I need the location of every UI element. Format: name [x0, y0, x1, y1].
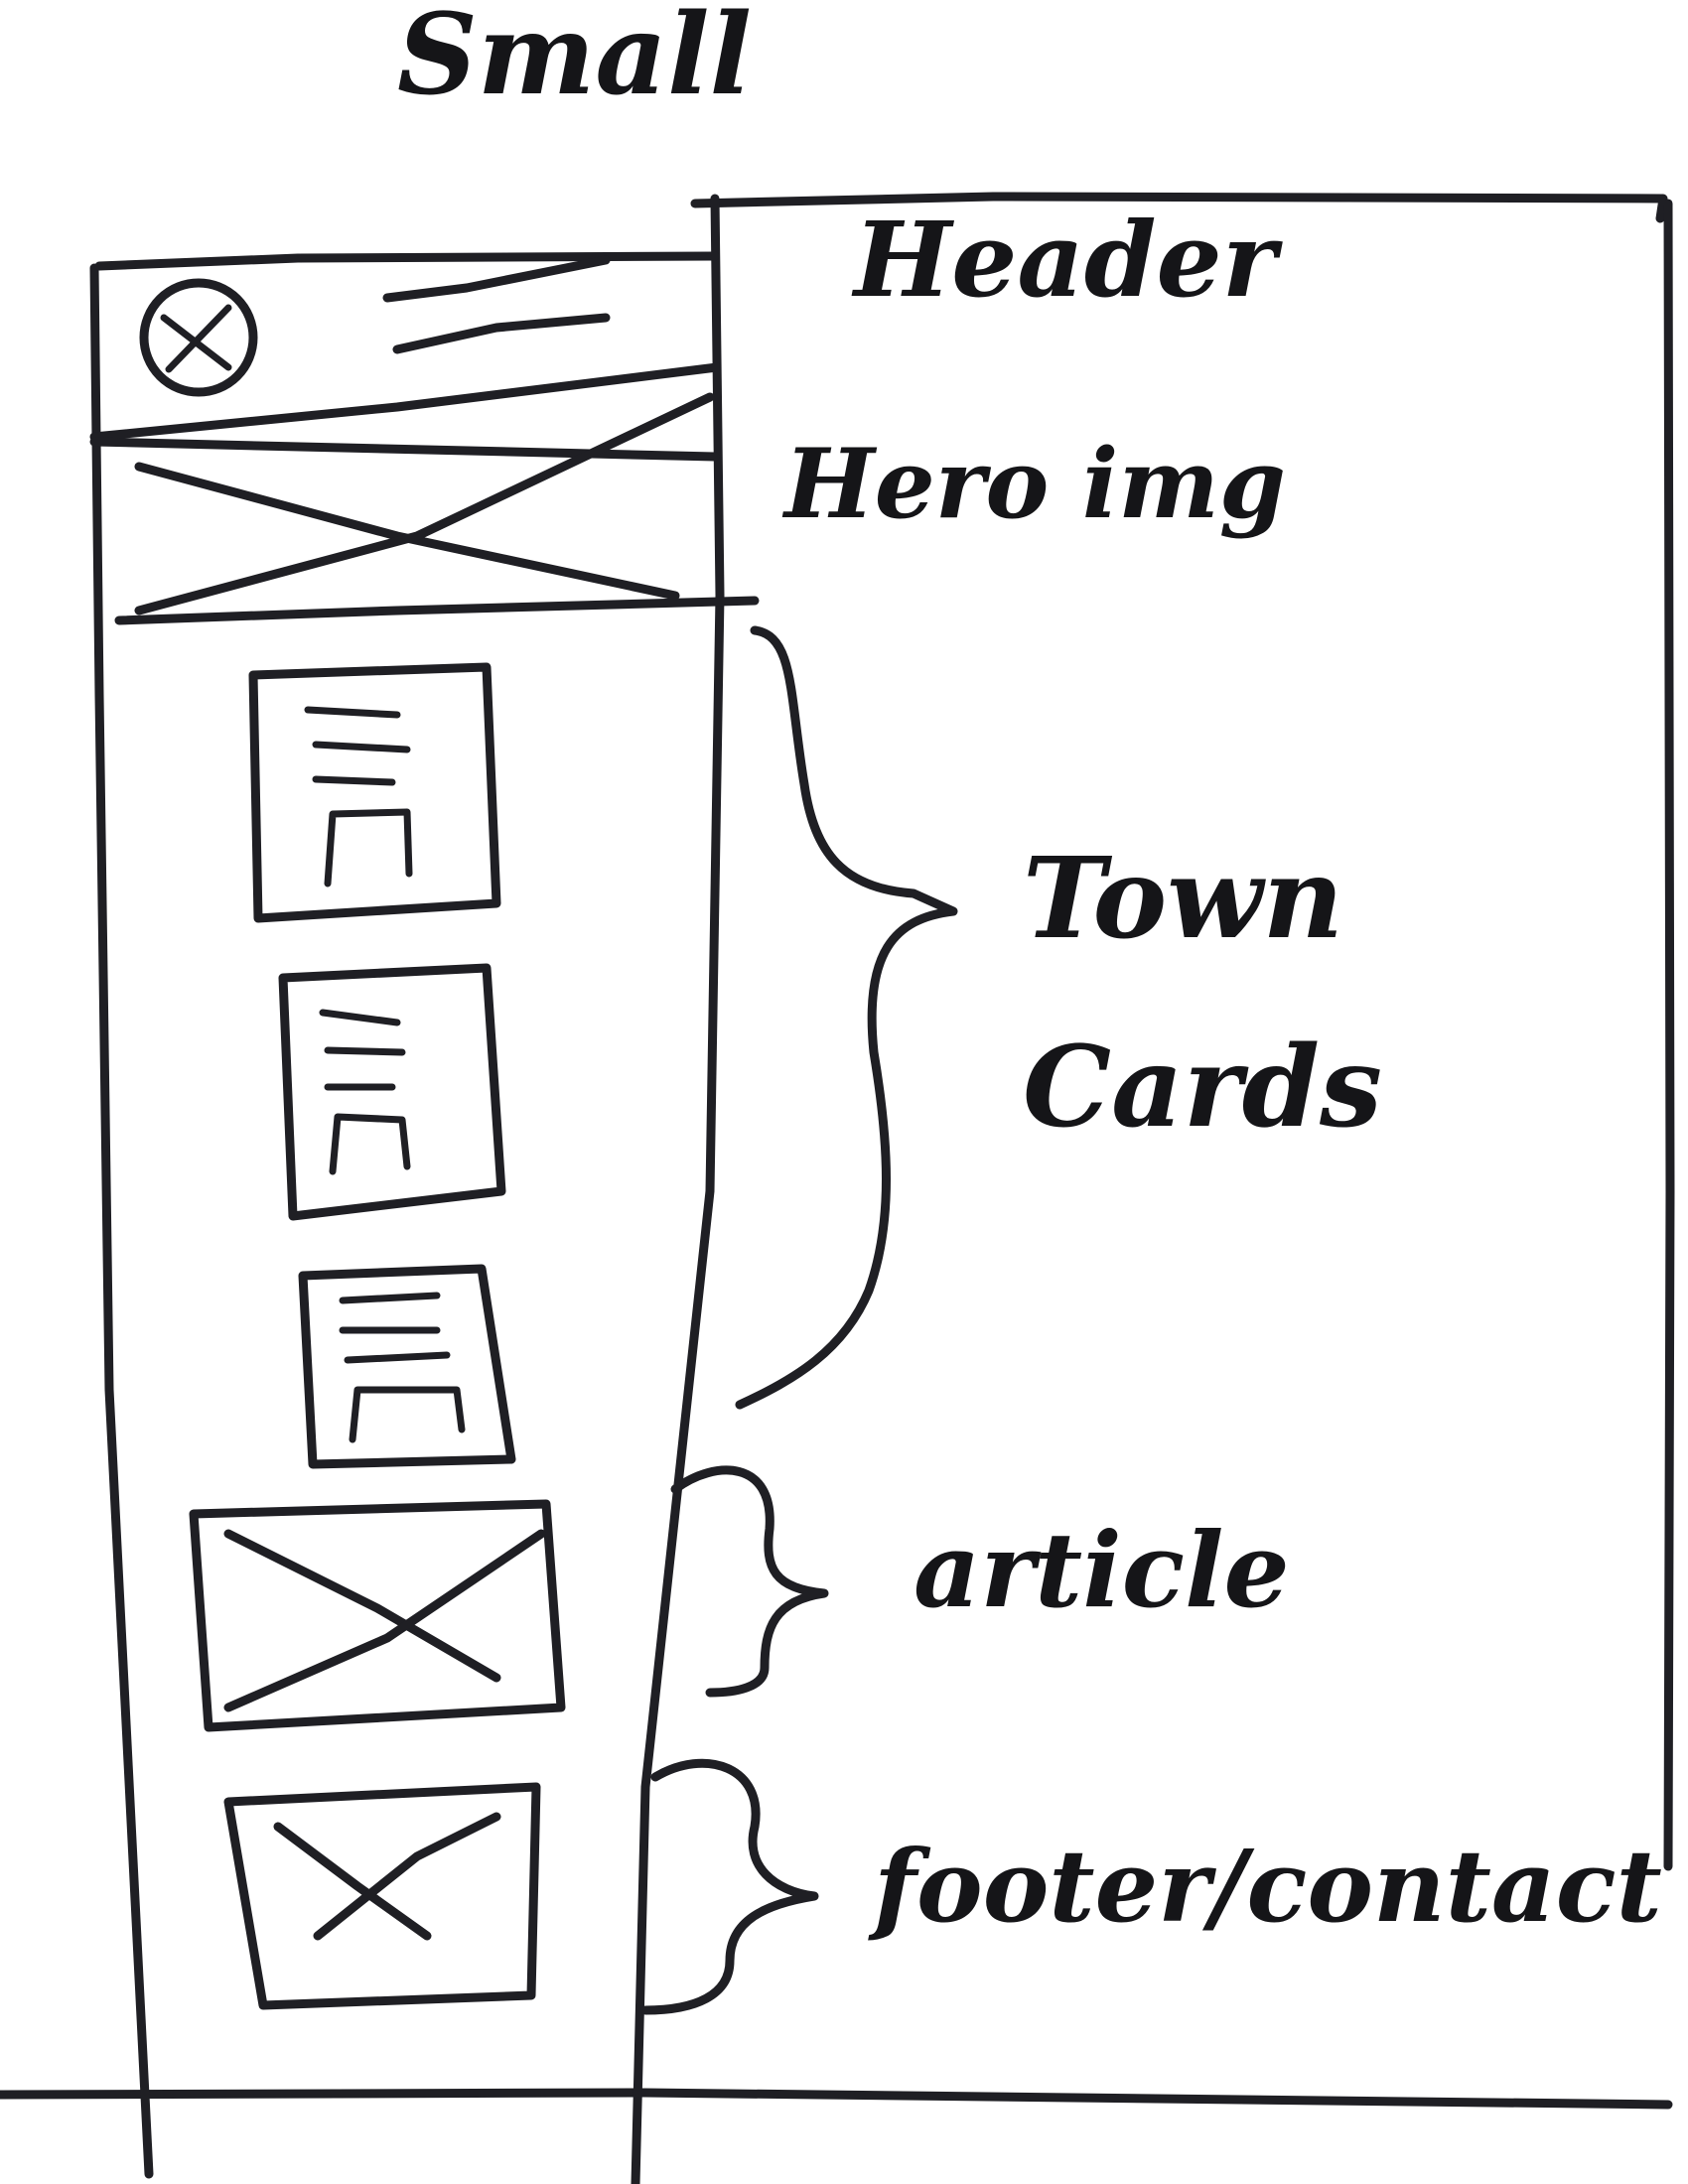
article-image-placeholder	[189, 1499, 566, 1732]
hero-top	[89, 437, 720, 462]
town-cards-label-line-2: Cards	[1023, 1023, 1383, 1153]
hero-x-1	[134, 462, 680, 601]
sketch-title: Small	[397, 0, 753, 120]
viewport-left-edge	[89, 263, 154, 2179]
hero-x-2	[134, 392, 715, 615]
page-frame-bottom	[0, 2088, 1673, 2110]
footer-image-placeholder	[223, 1782, 541, 2010]
town-cards-label-line-1: Town	[1023, 834, 1344, 964]
nav-line-1	[382, 255, 611, 303]
hero-image-label: Hero img	[784, 428, 1286, 540]
header-label: Header	[854, 199, 1277, 321]
viewport-right-edge	[631, 194, 725, 2184]
header-section	[89, 255, 722, 442]
article-brace	[670, 1465, 829, 1698]
article-label: article	[914, 1509, 1290, 1631]
nav-line-2	[392, 313, 611, 354]
town-card-2	[278, 963, 506, 1221]
viewport-top-edge	[94, 251, 720, 271]
town-card-3	[298, 1264, 516, 1469]
page-frame-right	[1663, 199, 1675, 1871]
hero-bottom	[114, 596, 760, 625]
town-cards-brace	[735, 625, 958, 1410]
header-divider	[89, 362, 722, 442]
footer-brace	[640, 1758, 819, 2015]
town-card-1	[248, 662, 501, 923]
footer-contact-label: footer/contact	[874, 1828, 1662, 1945]
